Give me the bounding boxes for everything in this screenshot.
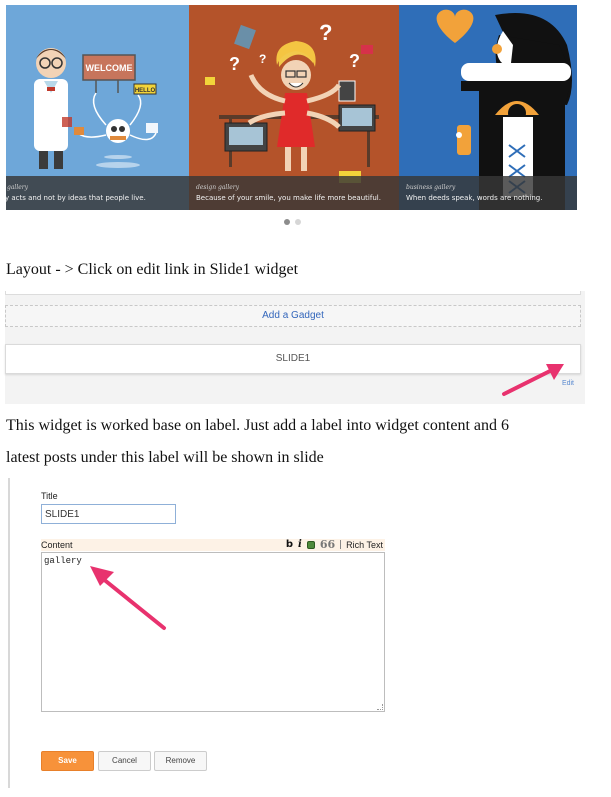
quote-button[interactable]: 66	[320, 538, 335, 551]
slide1-widget[interactable]: SLIDE1 Edit	[5, 344, 581, 387]
slide-category: design gallery	[196, 184, 240, 191]
slider-dot-2[interactable]	[295, 219, 301, 225]
bold-button[interactable]: b	[286, 539, 293, 550]
form-border	[8, 478, 10, 788]
slide-caption: gallery y acts and not by ideas that peo…	[6, 176, 189, 210]
instruction-step-1: Layout - > Click on edit link in Slide1 …	[6, 261, 299, 278]
cancel-button[interactable]: Cancel	[98, 751, 151, 771]
slide-caption: design gallery Because of your smile, yo…	[189, 176, 399, 210]
widget-title: SLIDE1	[275, 353, 311, 364]
svg-text:?: ?	[319, 20, 332, 45]
slide-category: business gallery	[406, 184, 456, 191]
pointer-arrow-icon	[90, 566, 166, 630]
italic-button[interactable]: i	[298, 539, 302, 550]
editor-toolbar: b i 66 Rich Text	[286, 538, 383, 551]
layout-panel: Add a Gadget SLIDE1 Edit	[5, 291, 585, 404]
content-header: Content b i 66 Rich Text	[41, 538, 385, 551]
gadget-box-above	[5, 291, 581, 295]
add-gadget-link[interactable]: Add a Gadget	[5, 305, 581, 327]
title-label: Title	[41, 491, 58, 501]
svg-text:?: ?	[349, 51, 360, 71]
content-label: Content	[41, 540, 73, 550]
resize-handle[interactable]	[377, 704, 383, 710]
rich-text-link[interactable]: Rich Text	[346, 540, 383, 550]
slide-caption-text: y acts and not by ideas that people live…	[6, 194, 146, 202]
slide-3[interactable]: business gallery When deeds speak, words…	[399, 5, 577, 210]
slide-caption-text: When deeds speak, words are nothing.	[406, 194, 543, 202]
slider-pagination	[284, 219, 301, 225]
pointer-arrow-icon	[502, 364, 564, 396]
title-input[interactable]: SLIDE1	[41, 504, 176, 524]
toolbar-divider	[340, 540, 342, 549]
slide-category: gallery	[7, 184, 29, 191]
slide-2[interactable]: ? ? ? ? design gallery Because of your s…	[189, 5, 399, 210]
svg-text:?: ?	[229, 54, 240, 74]
slide-caption-text: Because of your smile, you make life mor…	[196, 194, 381, 202]
image-slider[interactable]: WELCOME HELLO gallery y acts and not by …	[6, 5, 577, 210]
instruction-step-2-line-2: latest posts under this label will be sh…	[6, 449, 324, 466]
svg-text:?: ?	[259, 52, 266, 66]
remove-button[interactable]: Remove	[154, 751, 207, 771]
instruction-step-2-line-1: This widget is worked base on label. Jus…	[6, 417, 509, 434]
welcome-sign-text: WELCOME	[86, 63, 133, 73]
slider-dot-1[interactable]	[284, 219, 290, 225]
insert-image-icon[interactable]	[306, 540, 315, 549]
heart-icon	[436, 9, 474, 43]
slide-caption: business gallery When deeds speak, words…	[399, 176, 577, 210]
hello-tag-text: HELLO	[135, 88, 156, 94]
content-text: gallery	[44, 556, 82, 566]
save-button[interactable]: Save	[41, 751, 94, 771]
slide-1[interactable]: WELCOME HELLO gallery y acts and not by …	[6, 5, 189, 210]
